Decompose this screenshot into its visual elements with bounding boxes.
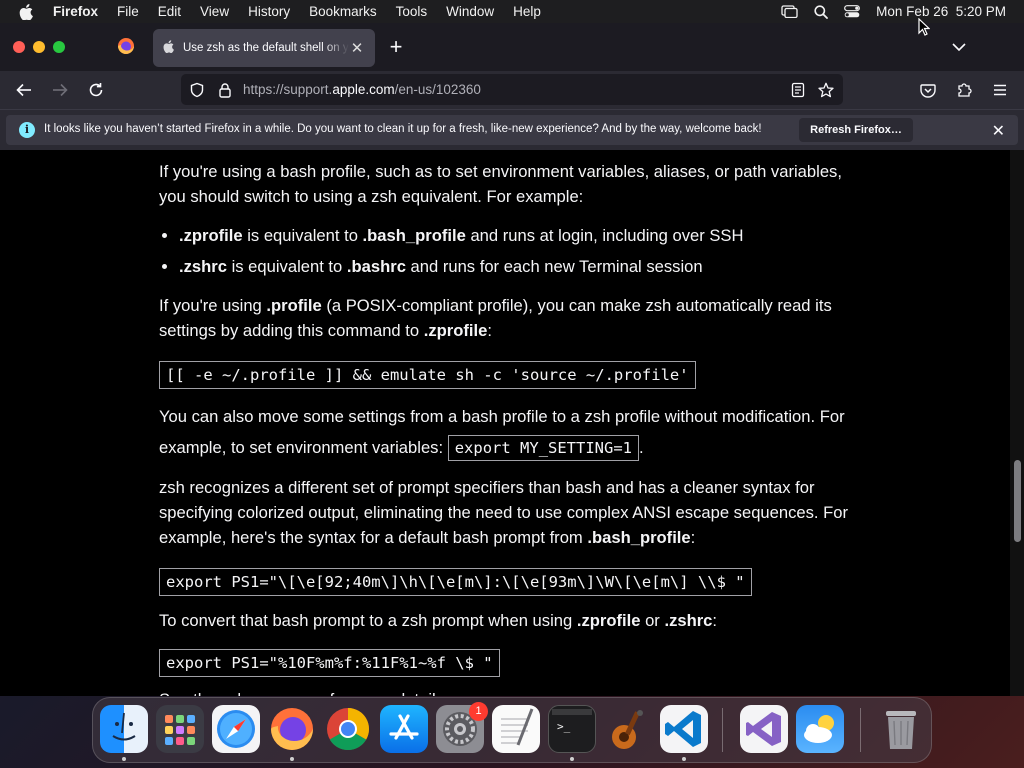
nav-toolbar: https://support.apple.com/en-us/102360 xyxy=(0,71,1024,109)
dock-finder-icon[interactable] xyxy=(100,705,148,753)
dock-terminal-icon[interactable]: >_ xyxy=(548,705,596,753)
mouse-pointer-icon xyxy=(918,17,931,41)
pocket-icon xyxy=(920,83,936,98)
reload-icon xyxy=(89,83,103,97)
dock-safari-icon[interactable] xyxy=(212,705,260,753)
refresh-firefox-button[interactable]: Refresh Firefox… xyxy=(799,118,913,142)
dock-firefox-icon[interactable] xyxy=(268,705,316,753)
menu-edit[interactable]: Edit xyxy=(158,4,181,19)
paragraph-prompt-specifiers: zsh recognizes a different set of prompt… xyxy=(159,478,849,547)
url-text[interactable]: https://support.apple.com/en-us/102360 xyxy=(243,82,481,97)
svg-text:>_: >_ xyxy=(557,720,571,733)
code-inline-export[interactable]: export MY_SETTING=1 xyxy=(447,435,640,461)
dock-running-indicator xyxy=(290,757,294,761)
notification-bar: i It looks like you haven’t started Fire… xyxy=(0,109,1024,150)
forward-button[interactable] xyxy=(49,79,71,101)
menu-tools[interactable]: Tools xyxy=(396,4,428,19)
notification-message: It looks like you haven’t started Firefo… xyxy=(44,123,762,135)
menu-file[interactable]: File xyxy=(117,4,139,19)
paragraph-move-settings: You can also move some settings from a b… xyxy=(159,401,859,463)
dock-running-indicator xyxy=(682,757,686,761)
reader-view-icon[interactable] xyxy=(790,82,806,98)
pocket-button[interactable] xyxy=(917,79,939,101)
tab-bar: Use zsh as the default shell on your Mac… xyxy=(0,23,1024,71)
tracking-protection-shield-icon[interactable] xyxy=(189,82,205,98)
desktop: Firefox File Edit View History Bookmarks… xyxy=(0,0,1024,768)
paragraph-profile: If you're using .profile (a POSIX-compli… xyxy=(159,296,832,340)
new-tab-button[interactable]: + xyxy=(385,36,407,59)
dock-instruments-icon[interactable] xyxy=(604,705,652,753)
article-body: If you're using a bash profile, such as … xyxy=(159,150,859,696)
menu-bar: Firefox File Edit View History Bookmarks… xyxy=(0,0,1024,23)
menu-window[interactable]: Window xyxy=(446,4,494,19)
window-close-button[interactable] xyxy=(13,41,25,53)
menu-app-name[interactable]: Firefox xyxy=(53,4,98,19)
url-bar[interactable]: https://support.apple.com/en-us/102360 xyxy=(181,74,843,105)
reload-button[interactable] xyxy=(85,79,107,101)
extensions-button[interactable] xyxy=(953,79,975,101)
forward-arrow-icon xyxy=(53,83,68,97)
tab-title: Use zsh as the default shell on your Mac xyxy=(183,42,349,54)
dock-textedit-icon[interactable] xyxy=(492,705,540,753)
notification-close-icon[interactable]: ✕ xyxy=(992,121,1005,141)
code-block-emulate[interactable]: [[ -e ~/.profile ]] && emulate sh -c 'so… xyxy=(159,361,696,389)
firefox-icon xyxy=(117,37,135,60)
pinned-firefox-tab[interactable] xyxy=(108,35,144,61)
info-icon: i xyxy=(19,122,35,138)
paragraph-bash-profile: If you're using a bash profile, such as … xyxy=(159,162,842,206)
lock-icon[interactable] xyxy=(217,82,233,98)
dock-trash-icon[interactable] xyxy=(877,705,925,753)
paragraph-see-man-page: See the zsh man page for more details. xyxy=(159,687,859,696)
bookmark-star-icon[interactable] xyxy=(818,82,834,98)
hamburger-menu-icon xyxy=(994,84,1006,96)
screen-mirroring-icon[interactable] xyxy=(781,5,798,18)
back-button[interactable] xyxy=(13,79,35,101)
apple-menu-icon[interactable] xyxy=(19,3,35,20)
window-minimize-button[interactable] xyxy=(33,41,45,53)
menu-history[interactable]: History xyxy=(248,4,290,19)
window-zoom-button[interactable] xyxy=(53,41,65,53)
paragraph-convert-prompt: To convert that bash prompt to a zsh pro… xyxy=(159,611,718,630)
tab-active[interactable]: Use zsh as the default shell on your Mac… xyxy=(153,29,375,67)
dock-separator xyxy=(722,708,723,752)
control-center-icon[interactable] xyxy=(844,5,861,18)
equivalents-list: .zprofile is equivalent to .bash_profile… xyxy=(179,223,859,279)
list-item: .zshrc is equivalent to .bashrc and runs… xyxy=(179,254,859,279)
scrollbar-track[interactable] xyxy=(1010,150,1024,696)
menu-view[interactable]: View xyxy=(200,4,229,19)
menu-bookmarks[interactable]: Bookmarks xyxy=(309,4,377,19)
dock-separator xyxy=(860,708,861,752)
notification-badge: 1 xyxy=(469,702,488,721)
code-block-zsh-prompt[interactable]: export PS1="%10F%m%f:%11F%1~%f \$ " xyxy=(159,649,500,677)
spotlight-search-icon[interactable] xyxy=(814,4,829,19)
dock-running-indicator xyxy=(570,757,574,761)
puzzle-piece-icon xyxy=(958,83,972,97)
dock-app-store-icon[interactable] xyxy=(380,705,428,753)
tab-close-icon[interactable]: ✕ xyxy=(349,39,365,57)
code-block-bash-prompt[interactable]: export PS1="\[\e[92;40m\]\h\[\e[m\]:\[\e… xyxy=(159,568,752,596)
dock-visual-studio-icon[interactable] xyxy=(740,705,788,753)
dock-chrome-icon[interactable] xyxy=(324,705,372,753)
scrollbar-thumb[interactable] xyxy=(1014,460,1021,542)
back-arrow-icon xyxy=(16,83,31,97)
dock: 1 >_ xyxy=(92,697,932,763)
dock-running-indicator xyxy=(122,757,126,761)
dock-launchpad-icon[interactable] xyxy=(156,705,204,753)
dock-weather-icon[interactable] xyxy=(796,705,844,753)
menu-clock[interactable]: Mon Feb 26 5:20 PM xyxy=(876,4,1006,19)
menu-help[interactable]: Help xyxy=(513,4,541,19)
apple-favicon-icon xyxy=(163,40,174,56)
page-content: If you're using a bash profile, such as … xyxy=(0,150,1024,696)
list-all-tabs-chevron-icon[interactable] xyxy=(952,39,972,55)
dock-vscode-icon[interactable] xyxy=(660,705,708,753)
list-item: .zprofile is equivalent to .bash_profile… xyxy=(179,223,859,248)
app-menu-button[interactable] xyxy=(989,79,1011,101)
